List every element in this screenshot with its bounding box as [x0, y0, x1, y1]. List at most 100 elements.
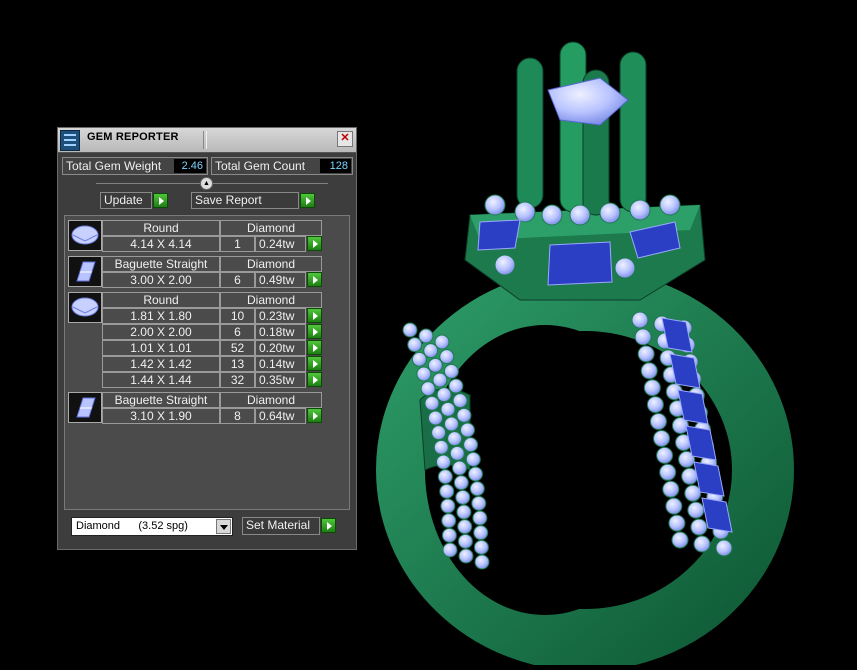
- gem-size-cell: 3.10 X 1.90: [102, 408, 220, 424]
- halo-gem: [614, 257, 636, 279]
- gem-weight-cell: 0.35tw: [255, 372, 306, 388]
- close-button[interactable]: ✕: [337, 131, 353, 147]
- pave-gem: [444, 416, 460, 432]
- pave-gem: [442, 542, 458, 558]
- pave-gem: [452, 460, 468, 476]
- pave-gem: [715, 539, 733, 557]
- pave-gem: [468, 466, 484, 482]
- window-title: GEM REPORTER: [87, 131, 179, 143]
- halo-gem: [484, 194, 506, 216]
- gem-size-cell: 2.00 X 2.00: [102, 324, 220, 340]
- pave-gem: [440, 401, 456, 417]
- pave-gem: [457, 519, 473, 535]
- pave-gem: [436, 454, 452, 470]
- total-gem-weight-label: Total Gem Weight: [66, 159, 162, 173]
- pave-gem: [432, 372, 448, 388]
- gem-material-header: Diamond: [220, 292, 322, 308]
- halo-gem: [541, 204, 563, 226]
- save-report-go-icon[interactable]: [300, 193, 315, 208]
- gem-shape-header: Baguette Straight: [102, 256, 220, 272]
- pave-gem: [420, 381, 436, 397]
- pave-gem: [428, 410, 444, 426]
- collapse-up-icon[interactable]: ▲: [200, 177, 213, 190]
- pave-gem: [649, 413, 667, 431]
- pave-gem: [643, 379, 661, 397]
- gem-row-go-icon[interactable]: [307, 308, 322, 323]
- gem-weight-cell: 0.20tw: [255, 340, 306, 356]
- gem-shape-header: Round: [102, 292, 220, 308]
- pave-gem: [449, 445, 465, 461]
- pave-gem: [453, 475, 469, 491]
- pave-gem: [436, 387, 452, 403]
- pave-gem: [448, 378, 464, 394]
- halo-gem: [659, 194, 681, 216]
- baguette-gem-icon: [68, 392, 102, 423]
- gem-row-go-icon[interactable]: [307, 372, 322, 387]
- pave-gem: [457, 533, 473, 549]
- pave-gem: [640, 362, 658, 380]
- baguette-gem-icon: [68, 256, 102, 287]
- pave-gem: [474, 554, 490, 570]
- head-baguette-left: [477, 219, 521, 251]
- gem-list: Round Diamond 4.14 X 4.14 1 0.24tw Baguette S…: [64, 215, 350, 510]
- pave-gem: [441, 513, 457, 529]
- pave-gem: [684, 484, 702, 502]
- gem-count-cell: 10: [220, 308, 255, 324]
- gem-count-cell: 6: [220, 324, 255, 340]
- gem-size-cell: 3.00 X 2.00: [102, 272, 220, 288]
- gem-row-go-icon[interactable]: [307, 272, 322, 287]
- update-go-icon[interactable]: [153, 193, 168, 208]
- set-material-button[interactable]: Set Material: [242, 517, 320, 535]
- gem-weight-cell: 0.24tw: [255, 236, 306, 252]
- pave-gem: [668, 514, 686, 532]
- pave-gem: [433, 439, 449, 455]
- gem-shape-header: Baguette Straight: [102, 392, 220, 408]
- gem-count-cell: 6: [220, 272, 255, 288]
- gem-row-go-icon[interactable]: [307, 324, 322, 339]
- halo-gem: [494, 254, 516, 276]
- pave-gem: [653, 429, 671, 447]
- pave-gem: [463, 437, 479, 453]
- update-button[interactable]: Update: [100, 192, 152, 209]
- gem-row-go-icon[interactable]: [307, 408, 322, 423]
- material-dropdown[interactable]: Diamond (3.52 spg): [71, 517, 233, 536]
- gem-material-header: Diamond: [220, 256, 322, 272]
- save-report-button[interactable]: Save Report: [191, 192, 299, 209]
- chevron-down-icon[interactable]: [216, 519, 231, 534]
- gem-count-cell: 32: [220, 372, 255, 388]
- pave-gem: [456, 504, 472, 520]
- gem-shape-header: Round: [102, 220, 220, 236]
- pave-gem: [418, 328, 434, 344]
- pave-gem: [473, 525, 489, 541]
- pave-gem: [431, 425, 447, 441]
- gem-weight-cell: 0.49tw: [255, 272, 306, 288]
- pave-gem: [424, 395, 440, 411]
- gem-weight-cell: 0.23tw: [255, 308, 306, 324]
- pave-gem: [472, 510, 488, 526]
- set-material-go-icon[interactable]: [321, 518, 336, 533]
- total-gem-count-box: Total Gem Count 128: [211, 157, 353, 175]
- gem-material-header: Diamond: [220, 220, 322, 236]
- gem-material-header: Diamond: [220, 392, 322, 408]
- pave-gem: [662, 480, 680, 498]
- pave-gem: [439, 483, 455, 499]
- pave-gem: [458, 548, 474, 564]
- head-baguette-front: [547, 241, 613, 286]
- pave-gem: [690, 518, 708, 536]
- title-bar[interactable]: GEM REPORTER ✕: [58, 128, 356, 153]
- gem-count-cell: 8: [220, 408, 255, 424]
- total-gem-weight-box: Total Gem Weight 2.46: [62, 157, 208, 175]
- pave-gem: [455, 489, 471, 505]
- pave-gem: [439, 349, 455, 365]
- pave-gem: [441, 527, 457, 543]
- gem-count-cell: 1: [220, 236, 255, 252]
- gem-row-go-icon[interactable]: [307, 236, 322, 251]
- gem-row-go-icon[interactable]: [307, 356, 322, 371]
- pave-gem: [471, 495, 487, 511]
- pave-gem: [434, 334, 450, 350]
- pave-gem: [665, 497, 683, 515]
- gem-row-go-icon[interactable]: [307, 340, 322, 355]
- material-dropdown-value: Diamond (3.52 spg): [76, 520, 188, 532]
- halo-gem: [569, 204, 591, 226]
- pave-gem: [437, 469, 453, 485]
